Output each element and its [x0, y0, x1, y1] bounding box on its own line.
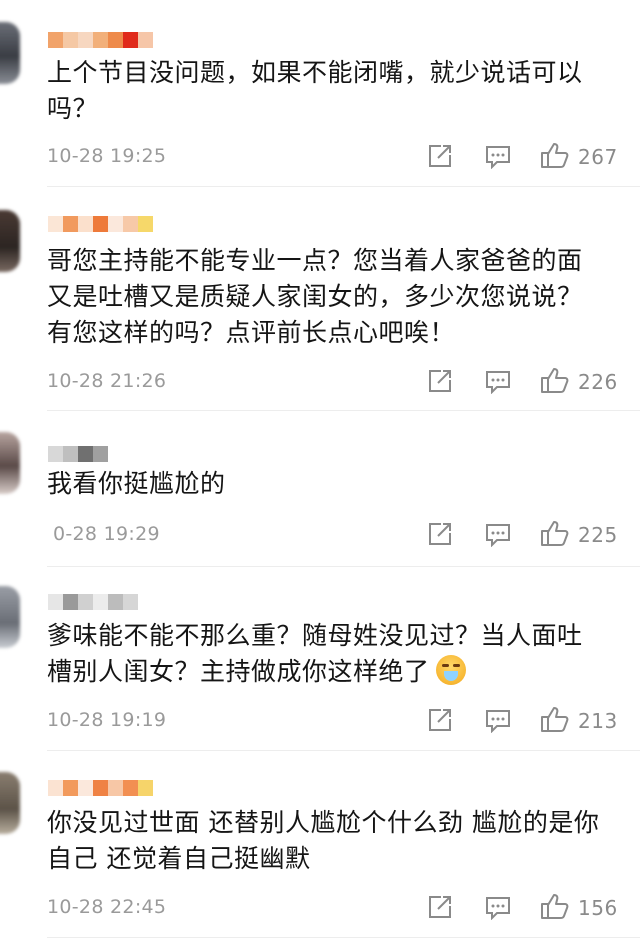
comment-icon[interactable]: [485, 709, 511, 733]
username-blurred[interactable]: [48, 594, 138, 610]
mosaic-block: [123, 780, 138, 796]
mosaic-block: [78, 216, 93, 232]
mosaic-block: [63, 780, 78, 796]
comment-meta: 10-28 21:26 226: [47, 366, 620, 396]
mosaic-block: [48, 32, 63, 48]
avatar[interactable]: [0, 772, 20, 834]
username-blurred[interactable]: [48, 446, 108, 462]
mosaic-block: [138, 216, 153, 232]
mosaic-block: [123, 32, 138, 48]
mosaic-block: [93, 32, 108, 48]
thumbs-up-icon[interactable]: [540, 705, 570, 733]
avatar[interactable]: [0, 210, 20, 272]
comment-icon[interactable]: [485, 370, 511, 394]
username-blurred[interactable]: [48, 216, 153, 232]
mosaic-block: [93, 216, 108, 232]
comment-icon[interactable]: [485, 523, 511, 547]
mosaic-block: [78, 32, 93, 48]
mosaic-block: [93, 594, 108, 610]
comment-meta: 0-28 19:29 225: [47, 519, 620, 549]
like-count: 225: [578, 523, 618, 547]
mosaic-block: [108, 216, 123, 232]
mosaic-block: [63, 594, 78, 610]
mosaic-block: [93, 780, 108, 796]
mosaic-block: [108, 780, 123, 796]
share-icon[interactable]: [427, 894, 453, 920]
comment-time: 10-28 21:26: [47, 370, 167, 392]
comment-meta: 10-28 19:25 267: [47, 141, 620, 171]
comment-time: 10-28 19:19: [47, 709, 167, 731]
comment-meta: 10-28 22:45 156: [47, 892, 620, 922]
vomiting-face-emoji-icon: [435, 655, 466, 685]
thumbs-up-icon[interactable]: [540, 519, 570, 547]
mosaic-block: [123, 594, 138, 610]
divider: [47, 750, 640, 751]
share-icon[interactable]: [427, 368, 453, 394]
mosaic-block: [48, 446, 63, 462]
comment-time: 0-28 19:29: [53, 523, 160, 545]
mosaic-block: [48, 216, 63, 232]
mosaic-block: [78, 594, 93, 610]
mosaic-block: [48, 780, 63, 796]
comment-meta: 10-28 19:19 213: [47, 705, 620, 735]
thumbs-up-icon[interactable]: [540, 892, 570, 920]
mosaic-block: [108, 32, 123, 48]
divider: [47, 566, 640, 567]
mosaic-block: [108, 594, 123, 610]
mosaic-block: [63, 446, 78, 462]
mosaic-block: [138, 32, 153, 48]
mosaic-block: [78, 780, 93, 796]
like-count: 226: [578, 370, 618, 394]
username-blurred[interactable]: [48, 780, 153, 796]
divider: [47, 410, 640, 411]
comment-text: 上个节目没问题，如果不能闭嘴，就少说话可以 吗？: [47, 58, 583, 123]
mosaic-block: [138, 780, 153, 796]
mosaic-block: [93, 446, 108, 462]
comment-text: 我看你挺尴尬的: [47, 469, 226, 498]
avatar[interactable]: [0, 432, 20, 494]
like-count: 213: [578, 709, 618, 733]
mosaic-block: [78, 446, 93, 462]
avatar[interactable]: [0, 586, 20, 648]
mosaic-block: [123, 216, 138, 232]
share-icon[interactable]: [427, 707, 453, 733]
divider: [47, 186, 640, 187]
share-icon[interactable]: [427, 143, 453, 169]
comment-text: 你没见过世面 还替别人尴尬个什么劲 尴尬的是你 自己 还觉着自己挺幽默: [47, 808, 600, 873]
mosaic-block: [48, 594, 63, 610]
comment-text: 哥您主持能不能专业一点？您当着人家爸爸的面 又是吐槽又是质疑人家闺女的，多少次您…: [47, 246, 583, 347]
comment-time: 10-28 19:25: [47, 145, 167, 167]
username-blurred[interactable]: [48, 32, 153, 48]
comment-time: 10-28 22:45: [47, 896, 167, 918]
avatar[interactable]: [0, 22, 20, 84]
like-count: 156: [578, 896, 618, 920]
comment-text: 爹味能不能不那么重？随母姓没见过？当人面吐 槽别人闺女？主持做成你这样绝了: [47, 621, 583, 686]
divider: [47, 937, 640, 938]
comment-icon[interactable]: [485, 145, 511, 169]
thumbs-up-icon[interactable]: [540, 366, 570, 394]
comment-icon[interactable]: [485, 896, 511, 920]
thumbs-up-icon[interactable]: [540, 141, 570, 169]
mosaic-block: [63, 32, 78, 48]
like-count: 267: [578, 145, 618, 169]
share-icon[interactable]: [427, 521, 453, 547]
mosaic-block: [63, 216, 78, 232]
